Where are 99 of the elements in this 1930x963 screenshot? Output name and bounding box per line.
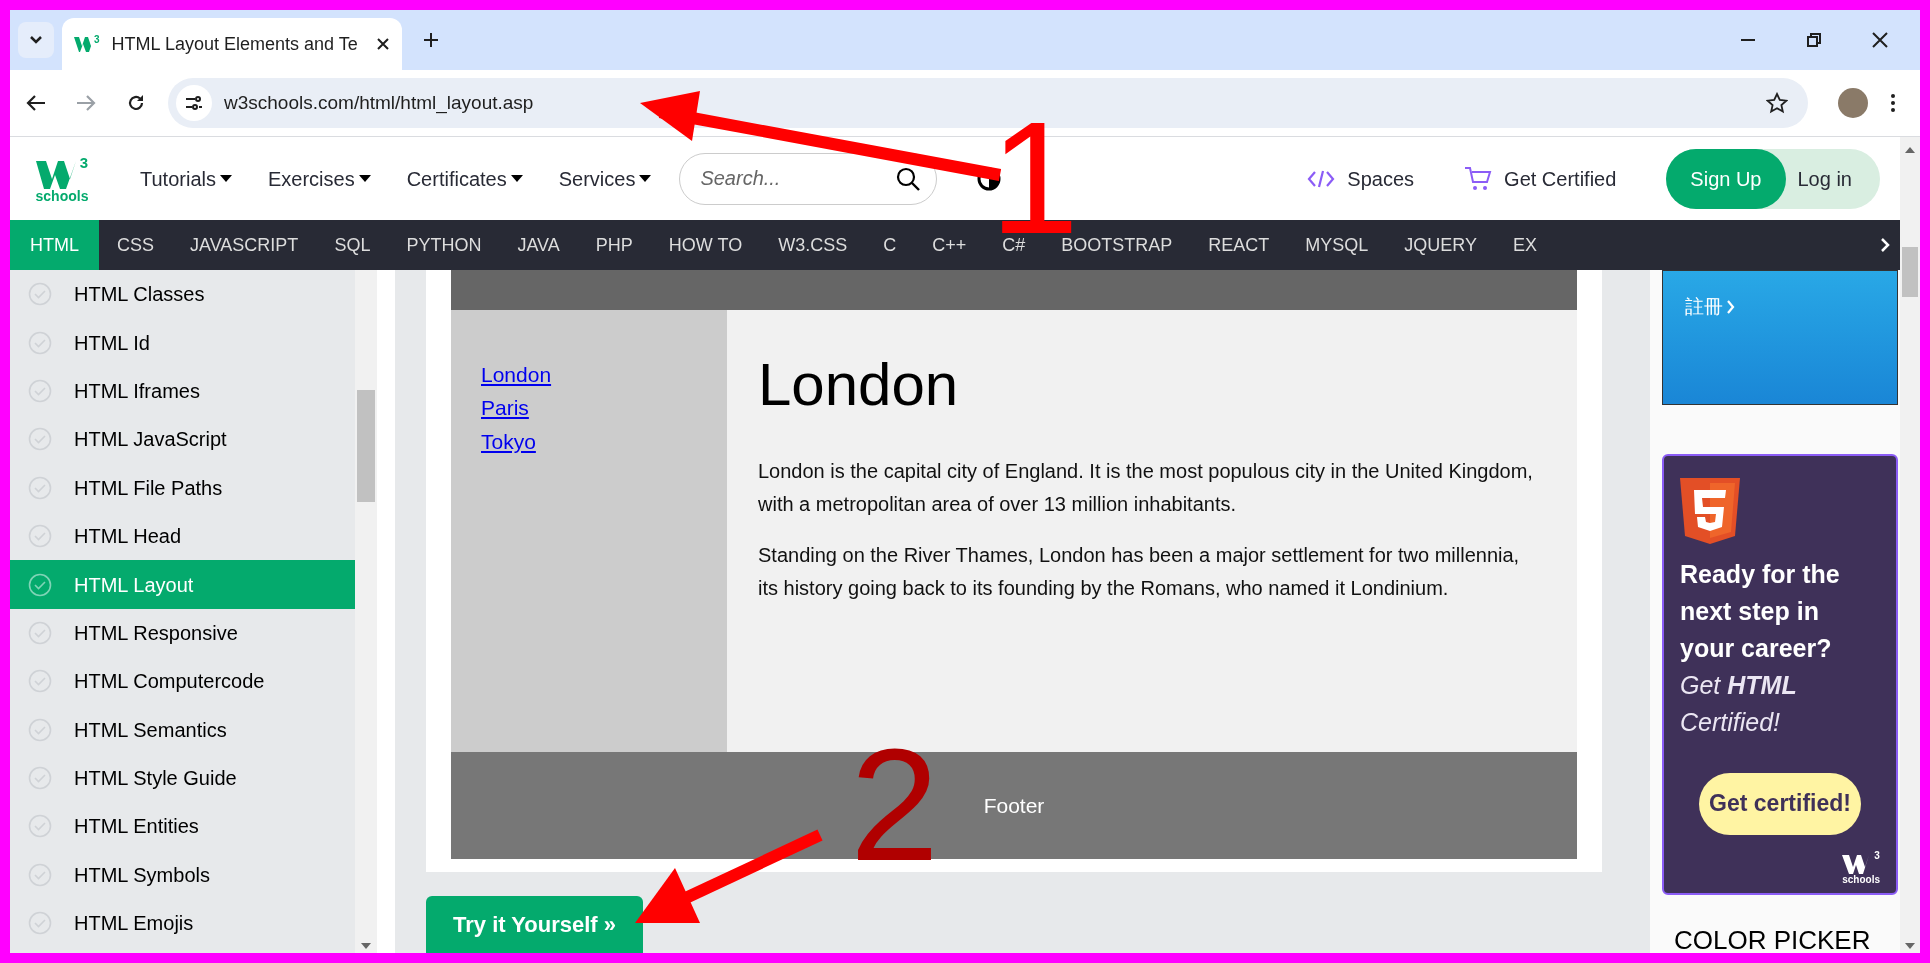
sidebar-item[interactable]: HTML Symbols xyxy=(10,850,355,900)
nav-menu[interactable]: Tutorials xyxy=(140,163,232,194)
chevron-down-icon xyxy=(29,35,43,45)
reload-icon[interactable] xyxy=(126,93,146,113)
sidebar-item[interactable]: HTML Iframes xyxy=(10,366,355,416)
city-link[interactable]: London xyxy=(481,362,727,389)
ad-headline: Ready for the next step in your career? xyxy=(1680,558,1841,664)
more-menu-icon[interactable] xyxy=(1890,93,1896,113)
check-circle-icon xyxy=(28,814,52,839)
logo-text: schools xyxy=(35,188,89,203)
w3schools-logo: 3 schools xyxy=(1842,851,1880,885)
plus-icon[interactable] xyxy=(422,31,440,49)
check-circle-icon xyxy=(28,717,52,742)
sidebar-item[interactable]: HTML Responsive xyxy=(10,608,355,658)
article-paragraph: Standing on the River Thames, London has been a major settlement for two millennia, its history going back to its founding by the Romans, who named it Londinium. xyxy=(758,543,1521,601)
search-icon[interactable] xyxy=(895,165,922,192)
footer-text: Footer xyxy=(983,792,1045,819)
subject-tab[interactable]: PYTHON xyxy=(388,220,500,270)
subject-tab[interactable]: REACT xyxy=(1190,220,1288,270)
nav-menu[interactable]: Certificates xyxy=(406,163,523,194)
subject-tab[interactable]: EX xyxy=(1494,220,1555,270)
sidebar-item[interactable]: HTML Style Guide xyxy=(10,753,355,803)
subject-tab[interactable]: C xyxy=(865,220,915,270)
logo-mark: 3 xyxy=(94,35,100,45)
subject-tab[interactable]: C++ xyxy=(914,220,985,270)
caret-icon xyxy=(358,175,371,182)
sidebar-item[interactable]: HTML Head xyxy=(10,511,355,561)
log-in-button[interactable]: Log in xyxy=(1785,148,1880,209)
check-circle-icon xyxy=(28,378,52,403)
star-icon[interactable] xyxy=(1766,92,1788,114)
article-heading: London xyxy=(758,355,960,415)
sidebar-item[interactable]: HTML Computercode xyxy=(10,657,355,706)
subject-tab[interactable]: MYSQL xyxy=(1287,220,1387,270)
search-field[interactable]: Search... xyxy=(679,152,938,205)
scroll-down-icon[interactable] xyxy=(1905,943,1915,949)
subject-tab[interactable]: JQUERY xyxy=(1386,220,1495,270)
get-certified-link[interactable]: Get Certified xyxy=(1464,163,1617,194)
caret-icon xyxy=(639,175,652,182)
sidebar-item[interactable]: HTML JavaScript xyxy=(10,415,355,464)
close-icon[interactable] xyxy=(376,37,390,51)
ad-subline: Get HTML Certified! xyxy=(1680,669,1798,738)
site-info-button[interactable] xyxy=(176,85,212,121)
sliders-icon xyxy=(185,96,203,110)
subject-tab[interactable]: CSS xyxy=(99,220,172,270)
scrollbar-thumb[interactable] xyxy=(357,390,375,502)
sidebar-item[interactable]: HTML Entities xyxy=(10,802,355,851)
subject-tab[interactable]: JAVA xyxy=(499,220,578,270)
sidebar-item[interactable]: HTML File Paths xyxy=(10,463,355,512)
sidebar-item[interactable]: HTML Id xyxy=(10,318,355,367)
forward-arrow-icon[interactable] xyxy=(76,94,96,112)
tab-title: HTML Layout Elements and Te xyxy=(111,32,358,56)
url-text: w3schools.com/html/html_layout.asp xyxy=(224,90,534,116)
logo-icon xyxy=(74,35,94,53)
scrollbar-thumb[interactable] xyxy=(1902,247,1918,297)
caret-icon xyxy=(219,175,232,182)
logo-mark: 3 xyxy=(1874,851,1880,861)
check-circle-icon xyxy=(28,572,52,597)
html5-shield-icon xyxy=(1680,477,1740,544)
subject-tab[interactable]: PHP xyxy=(577,220,651,270)
restore-icon[interactable] xyxy=(1806,32,1822,48)
logo-mark: 3 xyxy=(79,154,89,170)
check-circle-icon xyxy=(28,475,52,500)
browser-tab[interactable]: 3 HTML Layout Elements and Te xyxy=(62,18,402,70)
check-circle-icon xyxy=(28,282,52,307)
color-picker-heading: COLOR PICKER xyxy=(1674,927,1872,953)
code-icon xyxy=(1307,168,1336,189)
sidebar-item[interactable]: HTML Classes xyxy=(10,270,355,319)
close-icon[interactable] xyxy=(1872,32,1888,48)
check-circle-icon xyxy=(28,620,52,645)
check-circle-icon xyxy=(28,427,52,452)
nav-menu[interactable]: Services xyxy=(558,163,652,194)
check-circle-icon xyxy=(28,524,52,549)
city-link[interactable]: Paris xyxy=(481,395,727,422)
subject-tab[interactable]: JAVASCRIPT xyxy=(172,220,317,270)
profile-avatar[interactable] xyxy=(1838,88,1868,118)
check-circle-icon xyxy=(28,669,52,694)
scroll-down-icon[interactable] xyxy=(361,943,371,949)
cart-icon xyxy=(1464,165,1493,192)
back-arrow-icon[interactable] xyxy=(26,94,46,112)
tab-search-button[interactable] xyxy=(18,22,54,58)
nav-menu[interactable]: Exercises xyxy=(267,163,371,194)
scroll-up-icon[interactable] xyxy=(1905,147,1915,153)
annotation-number: 2 xyxy=(850,745,939,865)
subject-tab[interactable]: HOW TO xyxy=(650,220,761,270)
subject-tab[interactable]: W3.CSS xyxy=(760,220,866,270)
sidebar-item[interactable]: HTML Semantics xyxy=(10,705,355,754)
check-circle-icon xyxy=(28,766,52,791)
city-link[interactable]: Tokyo xyxy=(481,428,727,455)
spaces-link[interactable]: Spaces xyxy=(1307,163,1415,194)
check-circle-icon xyxy=(28,911,52,936)
sidebar-item[interactable]: HTML Emojis xyxy=(10,899,355,948)
get-certified-button[interactable]: Get certified! xyxy=(1699,772,1861,835)
check-circle-icon xyxy=(28,330,52,355)
chevron-right-icon xyxy=(1727,300,1735,314)
check-circle-icon xyxy=(28,862,52,887)
article-paragraph: London is the capital city of England. It is the most populous city in the United Kingdom, with a metropolitan area of over 13 million inhabitants. xyxy=(758,459,1534,517)
caret-icon xyxy=(510,175,523,182)
subject-tab[interactable]: SQL xyxy=(316,220,389,270)
chevron-right-icon[interactable] xyxy=(1880,237,1890,253)
